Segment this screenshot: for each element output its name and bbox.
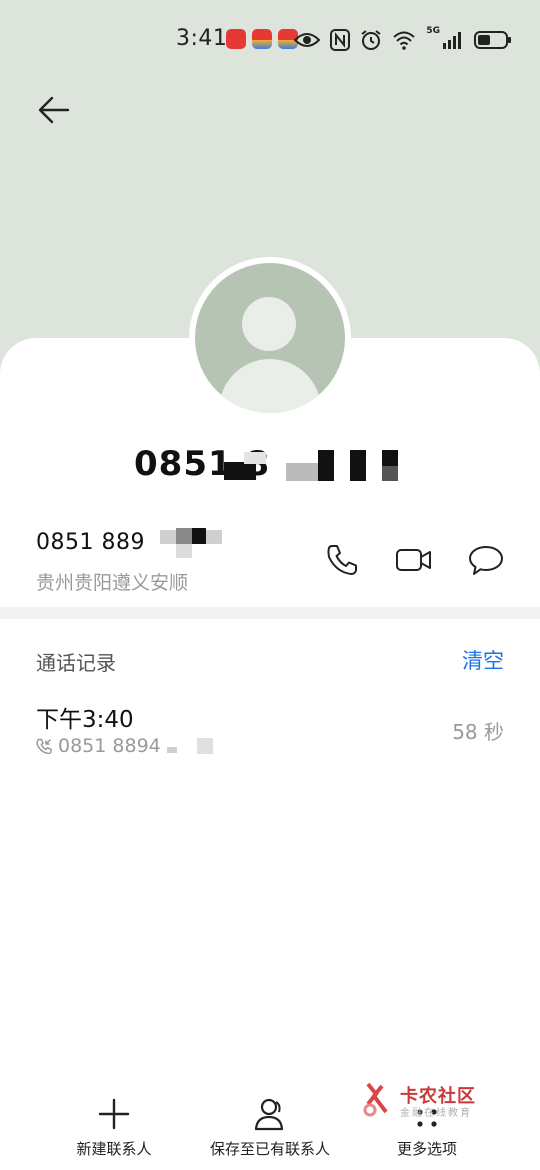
eye-icon: [294, 33, 321, 47]
save-to-existing-contact-button[interactable]: 保存至已有联系人: [205, 1096, 335, 1159]
clear-call-log-button[interactable]: 清空: [462, 645, 504, 675]
notification-app-icon: [252, 29, 272, 49]
incoming-call-icon: [36, 738, 52, 754]
redaction-mosaic: [206, 530, 222, 544]
redaction-mosaic: [382, 466, 398, 481]
person-icon: [254, 1098, 284, 1131]
avatar-head: [242, 297, 296, 351]
phone-location: 贵州贵阳遵义安顺: [36, 572, 189, 594]
status-bar: 3:41 5G: [0, 0, 540, 80]
redaction-mosaic: [318, 450, 334, 481]
call-log-time[interactable]: 下午3:40: [36, 700, 134, 734]
redaction-mosaic: [382, 450, 398, 466]
back-button[interactable]: [36, 92, 72, 128]
status-icons: 5G: [294, 26, 512, 54]
save-to-existing-contact-label: 保存至已有联系人: [209, 1140, 330, 1158]
redaction-mosaic: [192, 528, 206, 544]
notification-app-icon: [226, 29, 246, 49]
video-call-icon: [396, 549, 431, 571]
alarm-icon: [361, 30, 381, 50]
battery-icon: [474, 31, 511, 49]
message-icon: [469, 546, 503, 575]
call-log-number-row: 0851 8894: [36, 735, 213, 757]
section-divider: [0, 607, 540, 619]
call-log-title: 通话记录: [36, 651, 116, 675]
call-button[interactable]: [324, 542, 360, 578]
nfc-icon: [330, 29, 351, 51]
new-contact-label: 新建联系人: [76, 1140, 152, 1158]
watermark-logo-icon: [363, 1082, 388, 1117]
new-contact-button[interactable]: 新建联系人: [70, 1096, 158, 1159]
network-type: 5G: [426, 26, 440, 36]
arrow-left-icon: [38, 96, 70, 124]
watermark: 卡农社区 金融在线教育: [360, 1080, 482, 1120]
redaction-mosaic: [350, 450, 366, 481]
call-log-number: 0851 8894: [58, 735, 161, 757]
message-button[interactable]: [468, 542, 504, 578]
redaction-mosaic: [196, 738, 213, 754]
plus-icon: [98, 1098, 130, 1130]
avatar[interactable]: [195, 263, 345, 413]
redaction-mosaic: [166, 747, 177, 753]
phone-icon: [327, 545, 357, 575]
redaction-mosaic: [176, 528, 192, 544]
avatar-body: [219, 359, 321, 413]
status-time: 3:41: [176, 26, 228, 51]
signal-icon: [443, 32, 461, 49]
redaction-mosaic: [160, 530, 176, 544]
watermark-subtitle: 金融在线教育: [400, 1108, 472, 1119]
redaction-mosaic: [224, 462, 256, 480]
video-call-button[interactable]: [396, 542, 432, 578]
wifi-icon: [393, 31, 416, 50]
more-options-label: 更多选项: [396, 1140, 457, 1158]
call-log-duration: 58 秒: [452, 720, 504, 744]
redaction-mosaic: [176, 544, 192, 558]
redaction-mosaic: [286, 463, 318, 481]
phone-number[interactable]: 0851 889: [36, 530, 145, 555]
redaction-mosaic: [244, 452, 266, 464]
